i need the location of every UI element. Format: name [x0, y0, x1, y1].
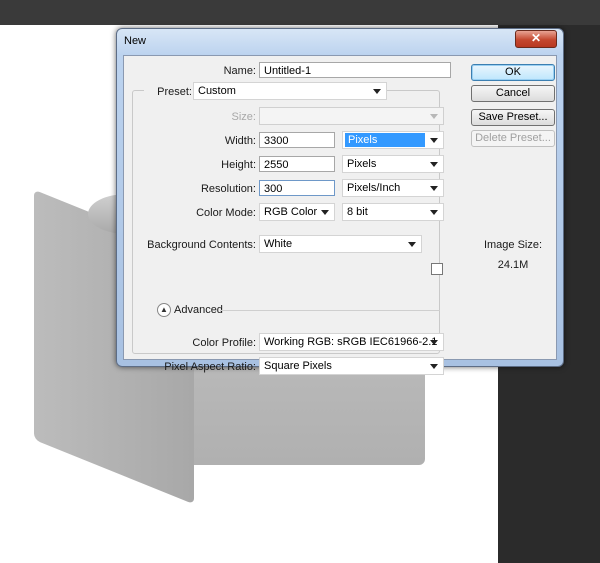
- image-size-label: Image Size:: [483, 239, 543, 251]
- chevron-down-icon: [430, 186, 438, 191]
- height-unit-value: Pixels: [347, 158, 377, 170]
- chevron-down-icon: [430, 162, 438, 167]
- name-label: Name:: [223, 65, 256, 77]
- resolution-unit-value: Pixels/Inch: [347, 182, 401, 194]
- chevron-down-icon: [430, 138, 438, 143]
- delete-preset-button: Delete Preset...: [471, 130, 555, 147]
- dialog-content: Name: Untitled-1 Preset: Custom Size: Wi…: [123, 55, 557, 375]
- color-profile-select[interactable]: Working RGB: sRGB IEC61966-2.1: [259, 333, 444, 351]
- advanced-divider: [220, 310, 440, 311]
- background-contents-select[interactable]: White: [259, 235, 422, 253]
- close-button[interactable]: ✕: [515, 30, 557, 48]
- height-field[interactable]: 2550: [259, 156, 335, 172]
- chevron-down-icon: [430, 114, 438, 119]
- close-icon: ✕: [530, 31, 542, 45]
- new-document-dialog: New ✕ Name: Untitled-1 Preset: Custom Si…: [116, 28, 564, 375]
- preset-select[interactable]: Custom: [193, 82, 387, 100]
- preset-label: Preset:: [144, 86, 194, 98]
- background-contents-value: White: [264, 238, 293, 250]
- height-unit-select[interactable]: Pixels: [342, 155, 444, 173]
- resolution-label: Resolution:: [200, 183, 256, 195]
- color-profile-value: Working RGB: sRGB IEC61966-2.1: [264, 336, 438, 348]
- image-size-value: 24.1M: [497, 259, 529, 271]
- bit-depth-select[interactable]: 8 bit: [342, 203, 444, 221]
- resolution-unit-select[interactable]: Pixels/Inch: [342, 179, 444, 197]
- size-select: [259, 107, 444, 125]
- height-label: Height:: [221, 159, 256, 171]
- chevron-down-icon: [321, 210, 329, 215]
- cancel-button[interactable]: Cancel: [471, 85, 555, 102]
- chevron-down-icon: [430, 340, 438, 345]
- pixel-aspect-ratio-select[interactable]: Square Pixels: [259, 357, 444, 375]
- advanced-label[interactable]: Advanced: [174, 304, 223, 316]
- preset-value: Custom: [198, 85, 236, 97]
- dialog-title: New: [124, 35, 147, 47]
- chevron-down-icon: [430, 210, 438, 215]
- color-mode-select[interactable]: RGB Color: [259, 203, 335, 221]
- background-color-swatch[interactable]: [431, 263, 443, 275]
- pixel-aspect-ratio-label: Pixel Aspect Ratio:: [164, 361, 256, 373]
- bit-depth-value: 8 bit: [347, 206, 368, 218]
- size-label: Size:: [231, 111, 256, 123]
- width-unit-select[interactable]: Pixels: [342, 131, 444, 149]
- color-profile-label: Color Profile:: [192, 337, 256, 349]
- chevron-down-icon: [373, 89, 381, 94]
- width-unit-value: Pixels: [345, 133, 425, 147]
- chevron-down-icon: [430, 364, 438, 369]
- resolution-field[interactable]: 300: [259, 180, 335, 196]
- ok-button[interactable]: OK: [471, 64, 555, 81]
- color-mode-label: Color Mode:: [196, 207, 256, 219]
- color-mode-value: RGB Color: [264, 206, 318, 218]
- name-field[interactable]: Untitled-1: [259, 62, 451, 78]
- width-label: Width:: [224, 135, 256, 147]
- pixel-aspect-ratio-value: Square Pixels: [264, 360, 332, 372]
- width-field[interactable]: 3300: [259, 132, 335, 148]
- save-preset-button[interactable]: Save Preset...: [471, 109, 555, 126]
- background-contents-label: Background Contents:: [147, 239, 256, 251]
- advanced-toggle-icon[interactable]: ▲: [157, 303, 171, 317]
- chevron-down-icon: [408, 242, 416, 247]
